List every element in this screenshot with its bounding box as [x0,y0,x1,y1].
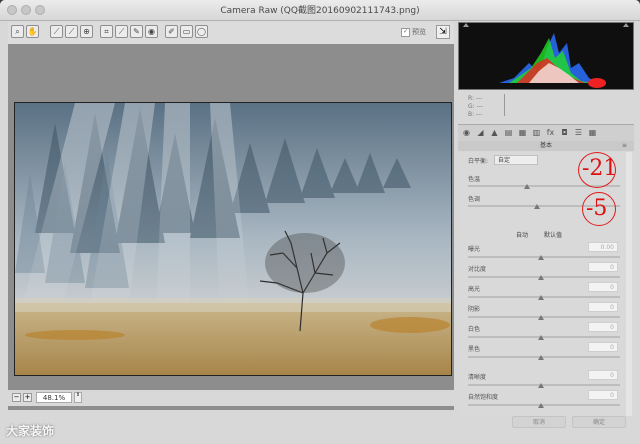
panel-tabs: ◉ ◢ ▲ ▤ ▦ ▥ fx ◘ ☰ ▦ [458,124,634,142]
vibrance-label: 自然饱和度 [468,394,499,401]
shadows-label: 阴影 [468,306,481,313]
snapshots-tab-icon[interactable]: ▦ [588,128,597,137]
whites-label: 白色 [468,326,481,333]
adjustment-panel: R: --- G: --- B: --- ◉ ◢ ▲ ▤ ▦ ▥ fx ◘ ☰ … [458,22,634,416]
title-bar: Camera Raw (QQ截图20160902111743.png) [0,0,640,21]
shadows-slider-thumb[interactable] [538,315,544,320]
radial-filter-icon[interactable]: ◯ [195,25,208,38]
clarity-value[interactable]: 0 [588,370,618,380]
exposure-slider-thumb[interactable] [538,255,544,260]
r-readout: R: --- [468,95,483,102]
tint-label: 色调 [468,196,481,203]
tint-annotation: -5 [586,196,608,221]
exposure-slider[interactable] [468,256,620,258]
status-bar: − + 48.1% ⇕ [8,390,454,406]
tint-slider-thumb[interactable] [534,204,540,209]
contrast-label: 对比度 [468,266,487,273]
whites-slider[interactable] [468,336,620,338]
hsl-tab-icon[interactable]: ▤ [504,128,513,137]
camera-calibration-tab-icon[interactable]: ◘ [560,128,569,137]
default-link[interactable]: 默认值 [544,230,562,239]
ok-button[interactable]: 确定 [572,416,626,428]
fullscreen-icon[interactable]: ⇲ [436,25,450,39]
dialog-footer: 取消 确定 [458,416,634,430]
whites-value[interactable]: 0 [588,322,618,332]
foggy-forest-photo [15,103,451,375]
blacks-slider[interactable] [468,356,620,358]
presets-tab-icon[interactable]: ☰ [574,128,583,137]
section-title: 基本 [458,141,634,151]
exposure-label: 曝光 [468,246,481,253]
panel-menu-icon[interactable]: ≡ [622,142,627,149]
blacks-value[interactable]: 0 [588,342,618,352]
basic-panel: 白平衡: 自定 色温 色调 -21 -5 自动 默认值 曝光 0.00 对比度 … [458,152,634,416]
temp-slider-thumb[interactable] [524,184,530,189]
photo-preview [14,102,452,376]
basic-tab-icon[interactable]: ◉ [462,128,471,137]
clarity-slider-thumb[interactable] [538,383,544,388]
shadows-slider[interactable] [468,316,620,318]
clarity-slider[interactable] [468,384,620,386]
hand-tool-icon[interactable]: ✋ [26,25,39,38]
histogram [458,22,634,90]
crop-tool-icon[interactable]: ⌗ [100,25,113,38]
rgb-readout: R: --- G: --- B: --- [458,90,634,120]
watermark-text: 大家装饰 [6,424,55,438]
temp-annotation: -21 [582,156,618,181]
b-readout: B: --- [468,111,483,118]
highlights-value[interactable]: 0 [588,282,618,292]
auto-link[interactable]: 自动 [516,230,528,239]
spot-removal-tool-icon[interactable]: ✎ [130,25,143,38]
graduated-filter-icon[interactable]: ▭ [180,25,193,38]
white-balance-label: 白平衡: [468,158,489,165]
preview-pane: ⌕ ✋ ⟋ ⟋ ⊕ ⌗ ⟋ ✎ ◉ ✐ ▭ ◯ ✓ 预览 ⇲ [8,22,454,410]
straighten-tool-icon[interactable]: ⟋ [115,25,128,38]
highlights-slider-thumb[interactable] [538,295,544,300]
preview-checkbox[interactable]: ✓ 预览 [401,27,426,37]
white-balance-tool-icon[interactable]: ⟋ [50,25,63,38]
contrast-value[interactable]: 0 [588,262,618,272]
image-canvas[interactable] [8,44,454,410]
camera-raw-window: Camera Raw (QQ截图20160902111743.png) ⌕ ✋ … [0,0,640,444]
histogram-graph [459,23,633,89]
tone-curve-tab-icon[interactable]: ◢ [476,128,485,137]
tool-bar: ⌕ ✋ ⟋ ⟋ ⊕ ⌗ ⟋ ✎ ◉ ✐ ▭ ◯ ✓ 预览 ⇲ [8,22,454,44]
highlights-label: 高光 [468,286,481,293]
vibrance-slider[interactable] [468,404,620,406]
panel-scrollbar[interactable] [626,152,632,416]
contrast-slider-thumb[interactable] [538,275,544,280]
vibrance-value[interactable]: 0 [588,390,618,400]
color-sampler-tool-icon[interactable]: ⟋ [65,25,78,38]
adjustment-brush-icon[interactable]: ✐ [165,25,178,38]
vibrance-slider-thumb[interactable] [538,403,544,408]
window-title: Camera Raw (QQ截图20160902111743.png) [220,6,420,16]
clarity-label: 清晰度 [468,374,487,381]
white-balance-select[interactable]: 自定 [494,155,538,165]
blacks-label: 黑色 [468,346,481,353]
targeted-adjustment-tool-icon[interactable]: ⊕ [80,25,93,38]
blacks-slider-thumb[interactable] [538,355,544,360]
red-eye-tool-icon[interactable]: ◉ [145,25,158,38]
readout-divider [504,94,505,116]
contrast-slider[interactable] [468,276,620,278]
shadows-value[interactable]: 0 [588,302,618,312]
preview-label: 预览 [412,28,426,36]
check-icon: ✓ [401,27,410,37]
whites-slider-thumb[interactable] [538,335,544,340]
detail-tab-icon[interactable]: ▲ [490,128,499,137]
zoom-tool-icon[interactable]: ⌕ [11,25,24,38]
zoom-out-icon[interactable]: − [12,393,21,402]
highlights-slider[interactable] [468,296,620,298]
effects-tab-icon[interactable]: fx [546,128,555,137]
exposure-value[interactable]: 0.00 [588,242,618,252]
split-toning-tab-icon[interactable]: ▦ [518,128,527,137]
temp-label: 色温 [468,176,481,183]
zoom-level[interactable]: 48.1% [36,392,72,403]
zoom-in-icon[interactable]: + [23,393,32,402]
g-readout: G: --- [468,103,484,110]
zoom-stepper-icon[interactable]: ⇕ [74,392,82,403]
lens-corrections-tab-icon[interactable]: ▥ [532,128,541,137]
cancel-button[interactable]: 取消 [512,416,566,428]
